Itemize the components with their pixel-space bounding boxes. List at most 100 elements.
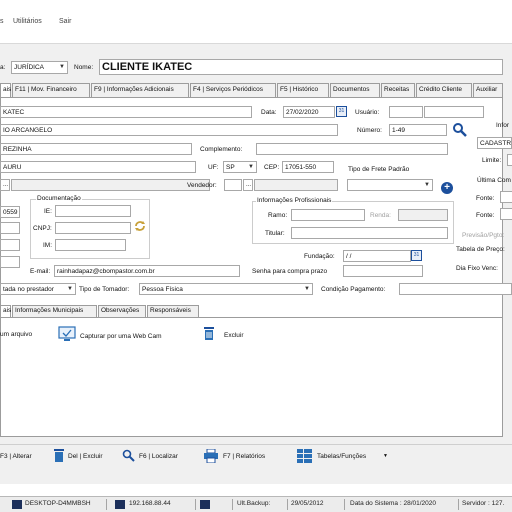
backup-date: 29/05/2012	[291, 500, 324, 507]
tipo-frete-label: Tipo de Frete Padrão	[348, 166, 410, 173]
trash-icon	[53, 449, 65, 463]
lookup-button[interactable]: ...	[0, 179, 10, 191]
titular-input[interactable]	[291, 227, 448, 239]
webcam-action[interactable]: Capturar por uma Web Cam	[80, 333, 162, 340]
cnpj-input[interactable]	[55, 222, 131, 234]
partial-field-2[interactable]	[0, 222, 20, 234]
usuario-input[interactable]	[389, 106, 423, 118]
vendedor-lookup-button[interactable]: ...	[243, 179, 253, 191]
numero-input[interactable]: 1-49	[389, 124, 447, 136]
ie-input[interactable]	[55, 205, 131, 217]
subtab-observacoes[interactable]: Observações	[98, 305, 146, 317]
divider	[287, 499, 288, 510]
fundacao-input[interactable]: / /	[343, 250, 411, 262]
limite-input[interactable]	[507, 154, 512, 166]
chevron-down-icon: ▼	[304, 286, 310, 292]
cep-label: CEP:	[264, 164, 280, 171]
subtab-dados[interactable]: ais	[0, 305, 11, 317]
tab-servicos-periodicos[interactable]: F4 | Serviços Periódicos	[190, 83, 276, 97]
cep-input[interactable]: 17051-550	[282, 161, 334, 173]
tabelas-button[interactable]: Tabelas/Funções	[317, 453, 366, 460]
menu-item-sair[interactable]: Sair	[59, 18, 71, 25]
alterar-button[interactable]: F3 | Alterar	[0, 453, 32, 460]
relatorios-button[interactable]: F7 | Relatórios	[223, 453, 265, 460]
ramo-label: Ramo:	[268, 212, 288, 219]
prestador-select[interactable]: tada no prestador ▼	[0, 283, 76, 295]
tipo-frete-select[interactable]: ▼	[347, 179, 433, 191]
ip-address: 192.168.88.44	[129, 500, 171, 507]
trash-icon[interactable]	[203, 326, 215, 341]
lookup-display	[11, 179, 210, 191]
chevron-down-icon[interactable]: ▼	[383, 453, 388, 459]
servidor: Servidor : 127.	[462, 500, 505, 507]
uf-select[interactable]: SP ▼	[223, 161, 257, 173]
complemento-label: Complemento:	[200, 146, 243, 153]
backup-icon	[200, 500, 210, 509]
email-input[interactable]: rainhadapaz@cbompastor.com.br	[54, 265, 240, 277]
network-icon	[115, 500, 125, 509]
search-icon[interactable]	[452, 122, 468, 138]
email-label: E-mail:	[30, 268, 51, 275]
tab-dados[interactable]: ais	[0, 83, 11, 98]
tab-historico[interactable]: F5 | Histórico	[277, 83, 329, 97]
arquivo-action[interactable]: um arquivo	[0, 331, 32, 338]
divider	[195, 499, 196, 510]
tab-mov-financeiro[interactable]: F11 | Mov. Financeiro	[12, 83, 90, 97]
partial-field-4[interactable]	[0, 256, 20, 268]
bairro-input[interactable]: REZINHA	[0, 143, 192, 155]
condicao-input[interactable]	[399, 283, 512, 295]
calendar-icon[interactable]: 31	[411, 250, 422, 261]
divider	[106, 499, 107, 510]
fonte2-label: Fonte:	[476, 212, 495, 219]
partial-field-3[interactable]	[0, 239, 20, 251]
subtab-info-municipais[interactable]: Informações Municipais	[12, 305, 97, 317]
divider	[344, 499, 345, 510]
add-icon[interactable]: +	[441, 182, 453, 194]
tab-receitas[interactable]: Receitas	[381, 83, 415, 97]
search-icon	[122, 449, 135, 462]
info-label: Infor	[496, 122, 510, 129]
ramo-input[interactable]	[291, 209, 365, 221]
tab-auxiliar[interactable]: Auxiliar	[473, 83, 503, 97]
tab-info-adicionais[interactable]: F9 | Informações Adicionais	[91, 83, 189, 97]
host-name: DESKTOP-D4MMBSH	[25, 500, 91, 507]
webcam-icon[interactable]	[58, 326, 76, 342]
subtab-responsaveis[interactable]: Responsáveis	[147, 305, 199, 317]
localizar-button[interactable]: F6 | Localizar	[139, 453, 178, 460]
renda-label: Renda:	[370, 212, 391, 219]
partial-field-1[interactable]: 0559	[0, 206, 20, 218]
tipo-pessoa-select[interactable]: JURÍDICA ▼	[11, 61, 68, 74]
computer-icon	[12, 500, 22, 509]
nome-label: Nome:	[74, 64, 94, 71]
vendedor-code-input[interactable]	[224, 179, 242, 191]
cidade-input[interactable]: AURU	[0, 161, 196, 173]
endereco-input[interactable]: IO ARCANGELO	[0, 124, 338, 136]
uf-value: SP	[226, 164, 235, 171]
usuario-label: Usuário:	[355, 109, 380, 116]
complemento-input[interactable]	[256, 143, 448, 155]
condicao-label: Condição Pagamento:	[321, 286, 386, 293]
senha-input[interactable]	[343, 265, 423, 277]
info-profissionais-label: Informações Profissionais	[256, 197, 333, 204]
nome-input[interactable]: CLIENTE IKATEC	[99, 59, 503, 75]
im-input[interactable]	[55, 239, 126, 251]
tipo-tomador-select[interactable]: Pessoa Física ▼	[139, 283, 313, 295]
razao-input[interactable]: KATEC	[0, 106, 252, 118]
data-sistema: Data do Sistema : 28/01/2020	[350, 500, 437, 507]
refresh-icon[interactable]	[133, 219, 147, 233]
fonte1-input[interactable]	[500, 191, 512, 203]
calendar-icon[interactable]: 31	[336, 106, 347, 117]
data-input[interactable]: 27/02/2020	[283, 106, 335, 118]
menu-bar: s Utilitários Sair	[0, 0, 512, 44]
uf-label: UF:	[208, 164, 219, 171]
numero-label: Número:	[357, 127, 382, 134]
tab-documentos[interactable]: Documentos	[330, 83, 380, 97]
menu-item-utilitarios[interactable]: Utilitários	[13, 18, 42, 25]
tab-credito-cliente[interactable]: Crédito Cliente	[416, 83, 472, 97]
ultima-compra-label: Última Com	[477, 177, 511, 184]
excluir-button[interactable]: Del | Excluir	[68, 453, 103, 460]
menu-item-first[interactable]: s	[0, 18, 4, 25]
fonte2-input[interactable]	[500, 208, 512, 220]
excluir-action[interactable]: Excluir	[224, 332, 244, 339]
chevron-down-icon: ▼	[424, 182, 430, 188]
